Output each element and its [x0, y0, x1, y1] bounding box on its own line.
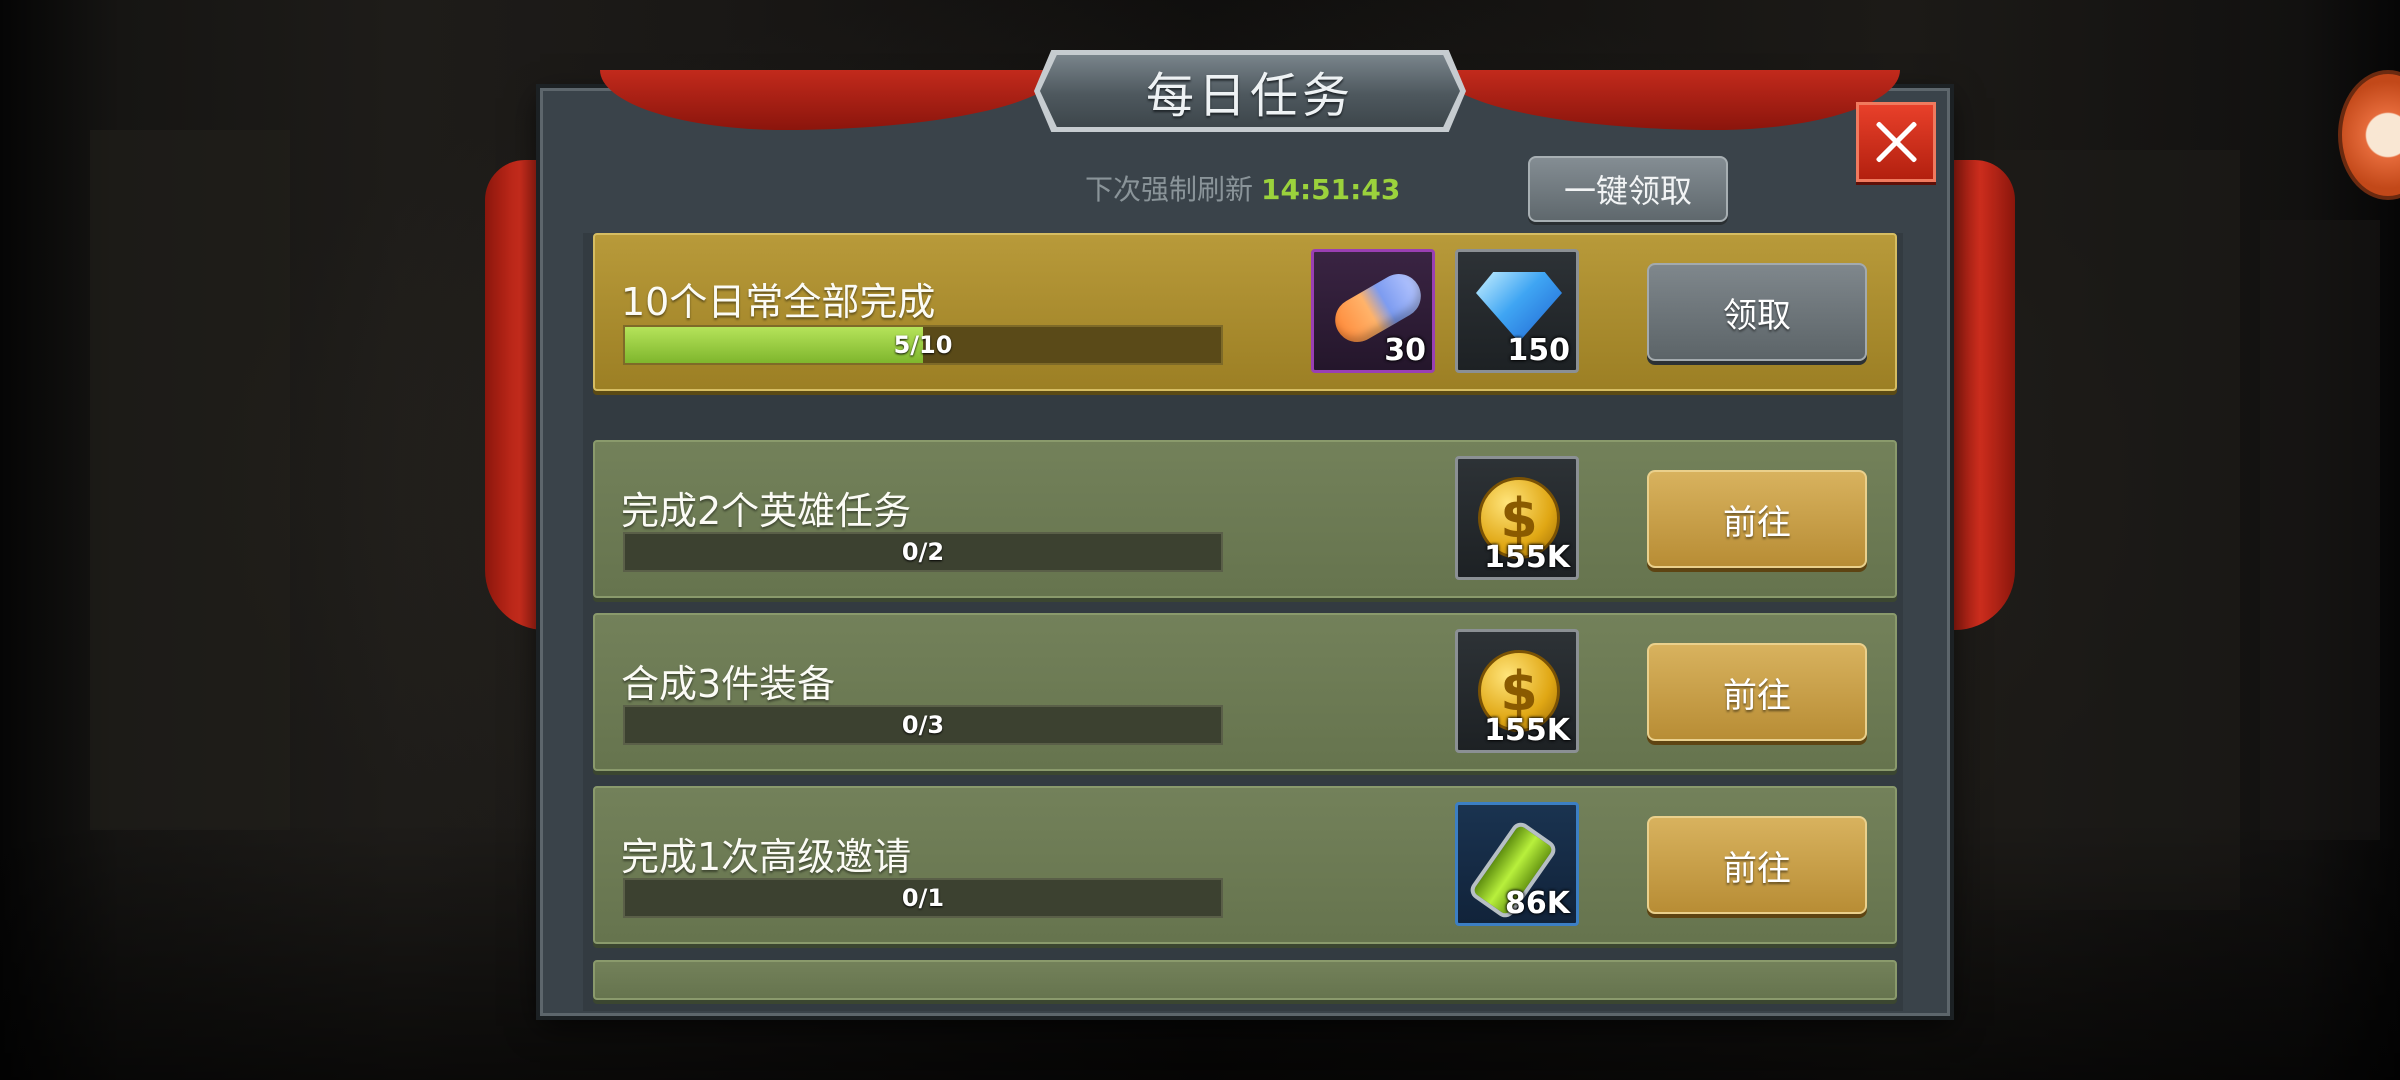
task-name: 合成3件装备 — [621, 662, 836, 706]
reward-slot[interactable]: $ 155K — [1455, 629, 1579, 753]
progress-text: 5/10 — [893, 331, 953, 359]
refresh-timer: 下次强制刷新 14:51:43 — [1085, 168, 1400, 208]
progress-text: 0/1 — [901, 884, 945, 912]
task-name: 完成2个英雄任务 — [621, 489, 912, 533]
reward-slot[interactable]: $ 155K — [1455, 456, 1579, 580]
go-button[interactable]: 前往 — [1647, 643, 1867, 741]
summary-task-row: 10个日常全部完成 5/10 30 150 领取 — [593, 233, 1897, 391]
task-row: 完成1次高级邀请 0/1 86K 前往 — [593, 786, 1897, 944]
gem-icon — [1476, 272, 1562, 342]
progress-text: 0/2 — [901, 538, 945, 566]
refresh-time: 14:51:43 — [1261, 173, 1401, 206]
task-row: 完成2个英雄任务 0/2 $ 155K 前往 — [593, 440, 1897, 598]
close-icon — [1873, 119, 1919, 165]
progress-bar: 0/1 — [623, 878, 1223, 918]
go-button[interactable]: 前往 — [1647, 816, 1867, 914]
progress-bar: 0/2 — [623, 532, 1223, 572]
task-row: 合成3件装备 0/3 $ 155K 前往 — [593, 613, 1897, 771]
reward-count: 30 — [1384, 333, 1426, 368]
reward-count: 155K — [1484, 713, 1570, 748]
go-button[interactable]: 前往 — [1647, 470, 1867, 568]
reward-slot[interactable]: 30 — [1311, 249, 1435, 373]
progress-text: 0/3 — [901, 711, 945, 739]
background-building — [1980, 150, 2240, 910]
background-building — [90, 130, 290, 830]
reward-count: 150 — [1507, 333, 1570, 368]
reward-count: 86K — [1505, 886, 1570, 921]
background-building — [2260, 220, 2380, 840]
title-plate: 每日任务 — [1040, 55, 1460, 127]
task-row — [593, 960, 1897, 1000]
task-name: 10个日常全部完成 — [621, 280, 936, 324]
reward-slot[interactable]: 150 — [1455, 249, 1579, 373]
progress-bar: 0/3 — [623, 705, 1223, 745]
claim-all-button[interactable]: 一键领取 — [1528, 156, 1728, 222]
reward-slot[interactable]: 86K — [1455, 802, 1579, 926]
dialog-title: 每日任务 — [1145, 68, 1354, 124]
refresh-label: 下次强制刷新 — [1085, 173, 1254, 206]
curtain-decoration — [1945, 160, 2015, 630]
claim-button[interactable]: 领取 — [1647, 263, 1867, 361]
progress-bar: 5/10 — [623, 325, 1223, 365]
close-button[interactable] — [1856, 102, 1936, 182]
task-name: 完成1次高级邀请 — [621, 835, 912, 879]
reward-count: 155K — [1484, 540, 1570, 575]
